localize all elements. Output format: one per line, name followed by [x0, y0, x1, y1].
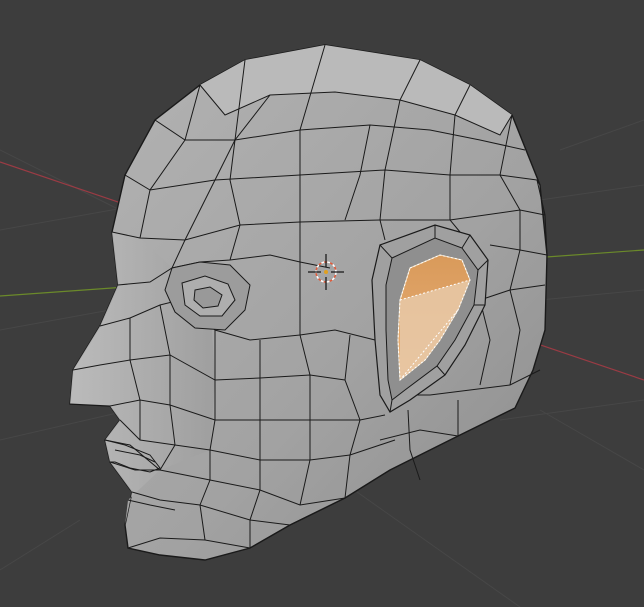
3d-viewport[interactable]	[0, 0, 644, 607]
head-mesh[interactable]	[69, 44, 548, 561]
viewport-canvas[interactable]	[0, 0, 644, 607]
